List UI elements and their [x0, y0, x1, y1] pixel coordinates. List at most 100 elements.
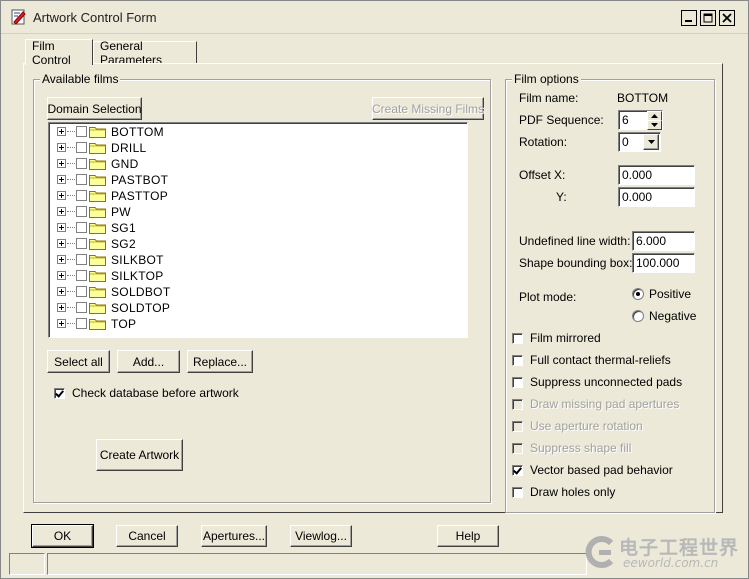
tab-film-control-label: Film Control [32, 38, 71, 67]
expand-icon[interactable] [57, 127, 66, 136]
shape-bounding-box-field[interactable]: 100.000 [632, 253, 695, 273]
tree-item-checkbox[interactable] [76, 126, 87, 137]
help-button[interactable]: Help [437, 525, 499, 547]
tree-connector [67, 259, 75, 260]
tree-item-pasttop[interactable]: PASTTOP [57, 188, 257, 204]
folder-icon [89, 127, 106, 138]
tree-item-pastbot[interactable]: PASTBOT [57, 172, 257, 188]
tree-item-checkbox[interactable] [76, 270, 87, 281]
expand-icon[interactable] [57, 271, 66, 280]
shape-bounding-box-value: 100.000 [636, 256, 680, 270]
tree-item-silkbot[interactable]: SILKBOT [57, 252, 257, 268]
offset-label: Offset [519, 168, 551, 182]
title-bar[interactable]: Artwork Control Form [1, 1, 748, 34]
tree-item-top[interactable]: TOP [57, 316, 257, 332]
tree-item-bottom[interactable]: BOTTOM [57, 124, 257, 140]
suppress-unconnected-pads-checkbox[interactable] [512, 377, 523, 388]
full-contact-thermal-reliefs-checkbox[interactable] [512, 355, 523, 366]
tree-item-checkbox[interactable] [76, 302, 87, 313]
expand-icon[interactable] [57, 207, 66, 216]
expand-icon[interactable] [57, 159, 66, 168]
full-contact-thermal-reliefs-label: Full contact thermal-reliefs [530, 353, 671, 367]
tree-item-pw[interactable]: PW [57, 204, 257, 220]
tree-item-checkbox[interactable] [76, 142, 87, 153]
status-cell-left [9, 553, 45, 575]
tree-item-drill[interactable]: DRILL [57, 140, 257, 156]
ok-button[interactable]: OK [31, 524, 94, 548]
draw-holes-only-label: Draw holes only [530, 485, 616, 499]
expand-icon[interactable] [57, 175, 66, 184]
create-missing-films-button[interactable]: Create Missing Films [372, 97, 484, 120]
film-options-legend: Film options [512, 72, 581, 86]
tree-connector [67, 243, 75, 244]
tab-film-control[interactable]: Film Control [25, 38, 93, 67]
tree-item-silktop[interactable]: SILKTOP [57, 268, 257, 284]
draw-holes-only-checkbox[interactable] [512, 487, 523, 498]
apertures-button[interactable]: Apertures... [201, 525, 267, 547]
expand-icon[interactable] [57, 303, 66, 312]
expand-icon[interactable] [57, 319, 66, 328]
expand-icon[interactable] [57, 287, 66, 296]
tree-item-label: SG2 [111, 237, 136, 251]
tree-item-checkbox[interactable] [76, 238, 87, 249]
undefined-line-width-field[interactable]: 6.000 [632, 231, 695, 251]
select-all-button[interactable]: Select all [47, 350, 110, 373]
tree-item-sg1[interactable]: SG1 [57, 220, 257, 236]
draw-missing-pad-apertures-checkbox[interactable] [512, 399, 523, 410]
tree-item-checkbox[interactable] [76, 174, 87, 185]
folder-icon [89, 191, 106, 202]
close-button[interactable] [719, 10, 735, 26]
tree-item-gnd[interactable]: GND [57, 156, 257, 172]
folder-icon [89, 143, 106, 154]
expand-icon[interactable] [57, 239, 66, 248]
tree-connector [67, 275, 75, 276]
tab-general-parameters[interactable]: General Parameters [93, 39, 197, 67]
pdf-sequence-down-button[interactable] [647, 120, 662, 130]
tree-item-checkbox[interactable] [76, 206, 87, 217]
tree-connector [67, 211, 75, 212]
expand-icon[interactable] [57, 223, 66, 232]
maximize-button[interactable] [700, 10, 716, 26]
vector-based-pad-behavior-checkbox[interactable] [512, 465, 523, 476]
films-tree[interactable]: BOTTOM DRILL GND PASTBOT PASTTOP PW SG1 SG2 SILK… [48, 122, 468, 338]
use-aperture-rotation-checkbox[interactable] [512, 421, 523, 432]
offset-y-field[interactable]: 0.000 [618, 187, 695, 207]
tree-item-checkbox[interactable] [76, 254, 87, 265]
tree-item-checkbox[interactable] [76, 286, 87, 297]
status-cell-main [47, 553, 587, 575]
tree-item-label: SOLDTOP [111, 301, 171, 315]
tree-item-soldbot[interactable]: SOLDBOT [57, 284, 257, 300]
eeworld-watermark: 电子工程世界 eeworld.com.cn [583, 529, 745, 575]
film-mirrored-checkbox[interactable] [512, 333, 523, 344]
tree-connector [67, 195, 75, 196]
plot-mode-negative-radio[interactable] [632, 310, 644, 322]
plot-mode-positive-radio[interactable] [632, 288, 644, 300]
tree-item-checkbox[interactable] [76, 190, 87, 201]
check-database-label: Check database before artwork [72, 386, 239, 400]
replace-button[interactable]: Replace... [187, 350, 253, 373]
chevron-down-icon [647, 140, 655, 144]
expand-icon[interactable] [57, 191, 66, 200]
tree-item-checkbox[interactable] [76, 318, 87, 329]
expand-icon[interactable] [57, 255, 66, 264]
add-button[interactable]: Add... [117, 350, 180, 373]
expand-icon[interactable] [57, 143, 66, 152]
minimize-button[interactable] [681, 10, 697, 26]
rotation-dropdown-button[interactable] [643, 134, 659, 150]
tree-item-checkbox[interactable] [76, 158, 87, 169]
create-artwork-button[interactable]: Create Artwork [96, 439, 183, 471]
tree-item-checkbox[interactable] [76, 222, 87, 233]
arrow-up-icon [651, 114, 658, 118]
viewlog-button[interactable]: Viewlog... [290, 525, 352, 547]
tree-item-sg2[interactable]: SG2 [57, 236, 257, 252]
window-title: Artwork Control Form [33, 10, 157, 25]
domain-selection-button[interactable]: Domain Selection [47, 97, 142, 120]
cancel-button[interactable]: Cancel [116, 525, 178, 547]
suppress-shape-fill-checkbox[interactable] [512, 443, 523, 454]
offset-x-label: X: [554, 168, 566, 182]
offset-x-field[interactable]: 0.000 [618, 165, 695, 185]
use-aperture-rotation-label: Use aperture rotation [530, 419, 643, 433]
tree-item-soldtop[interactable]: SOLDTOP [57, 300, 257, 316]
tree-item-label: PW [111, 205, 131, 219]
check-database-checkbox[interactable] [54, 388, 65, 399]
